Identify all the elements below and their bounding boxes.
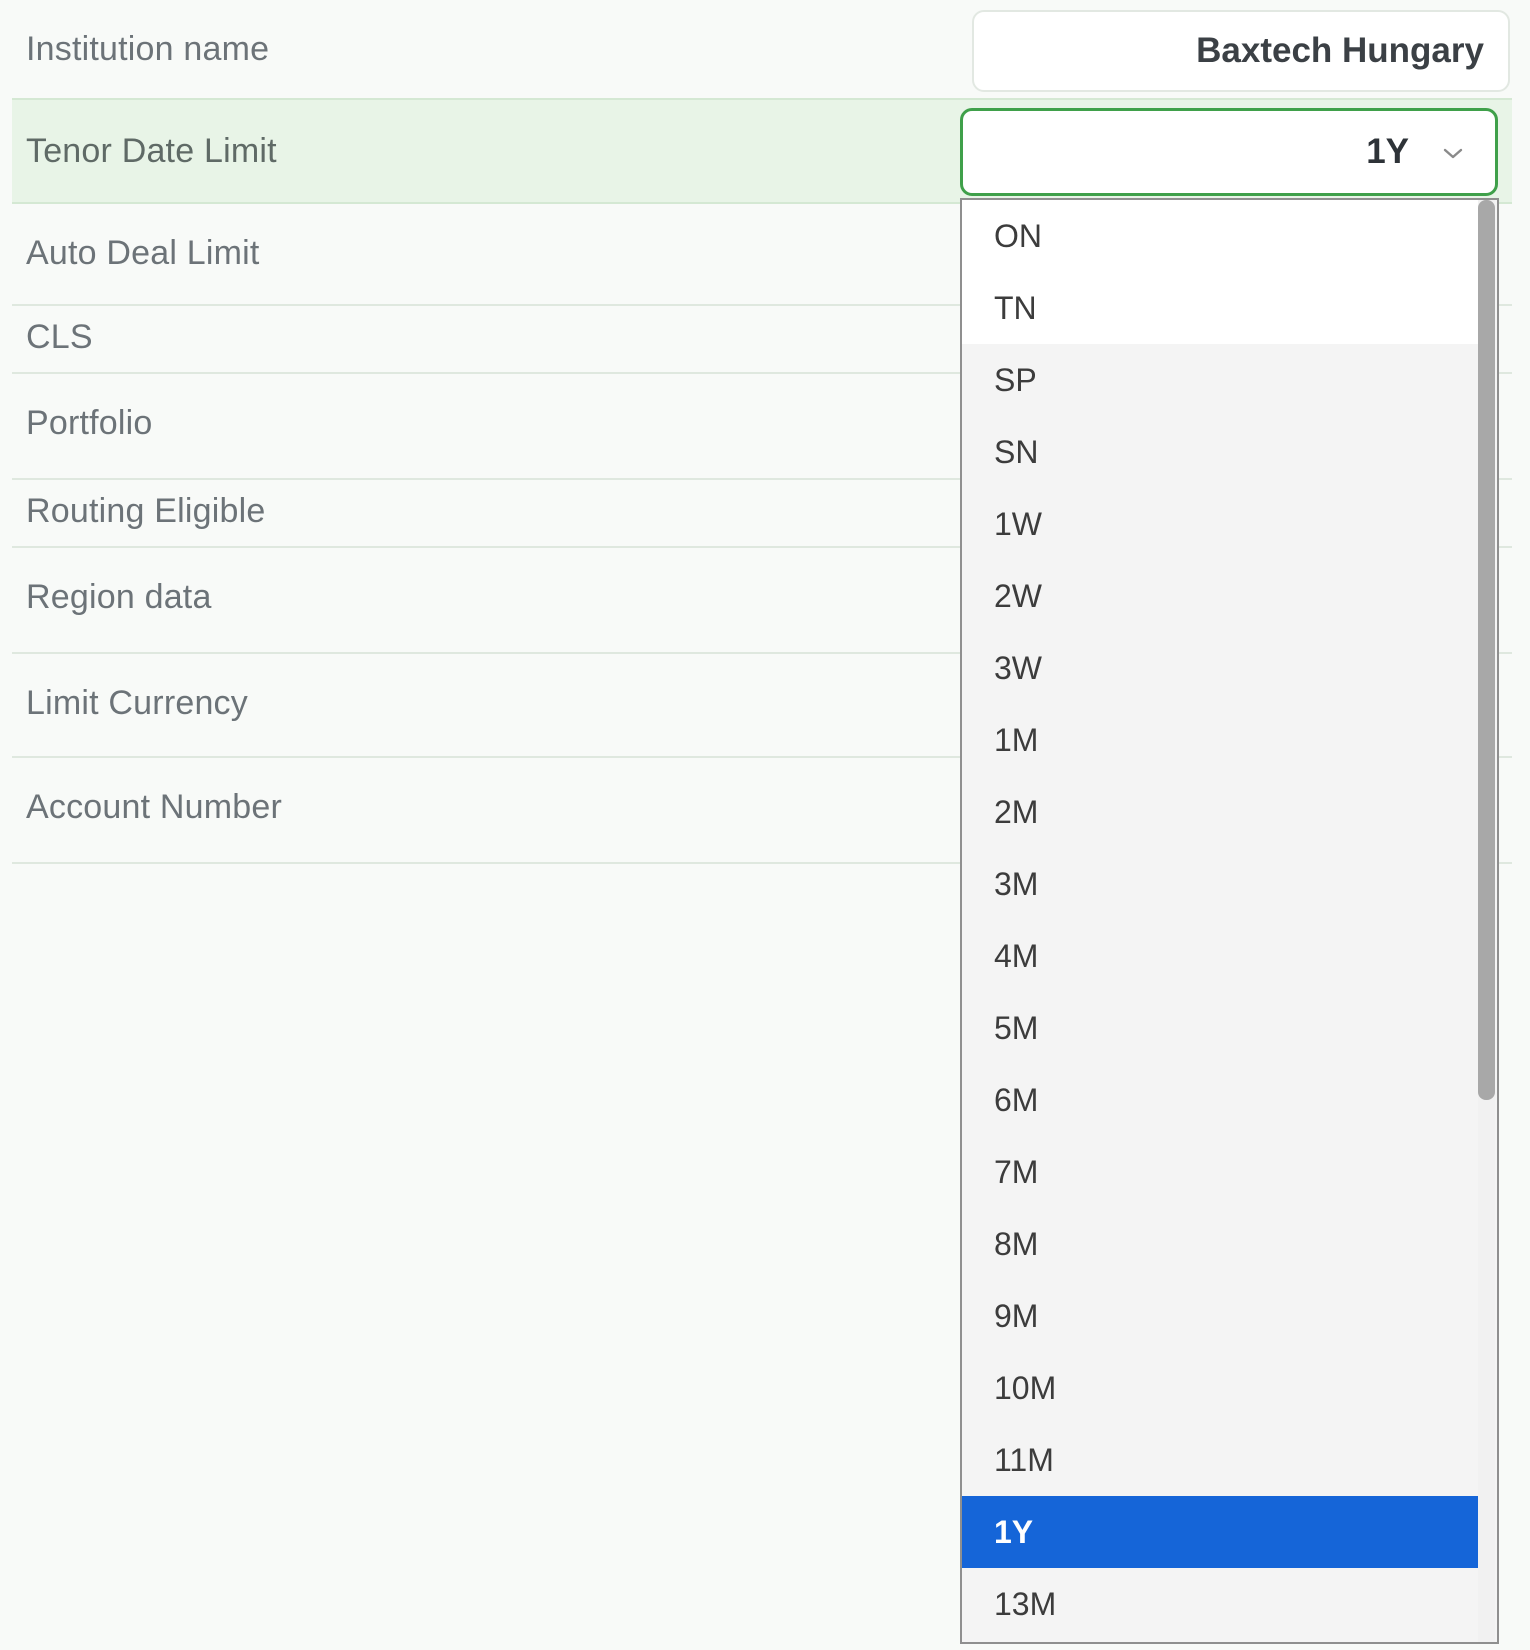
tenor-option[interactable]: 9M [962, 1280, 1480, 1352]
tenor-option[interactable]: 1M [962, 704, 1480, 776]
account-number-label: Account Number [26, 788, 283, 826]
chevron-down-icon [1443, 148, 1463, 159]
limit-currency-label: Limit Currency [26, 684, 248, 722]
tenor-option[interactable]: 2W [962, 560, 1480, 632]
tenor-option[interactable]: 1W [962, 488, 1480, 560]
tenor-option[interactable]: 2M [962, 776, 1480, 848]
portfolio-label: Portfolio [26, 404, 153, 442]
tenor-option[interactable]: 3W [962, 632, 1480, 704]
institution-name-label: Institution name [26, 30, 270, 68]
institution-name-row: Institution name [12, 0, 1512, 100]
institution-form: Institution name Tenor Date Limit 1Y Aut… [0, 0, 1530, 1650]
tenor-option[interactable]: SP [962, 344, 1480, 416]
tenor-option[interactable]: 8M [962, 1208, 1480, 1280]
tenor-date-limit-label: Tenor Date Limit [26, 132, 277, 170]
tenor-option[interactable]: 7M [962, 1136, 1480, 1208]
tenor-options: ON TN SP SN 1W 2W 3W 1M 2M 3M 4M 5M 6M 7M 8M 9M 10M 11M 1Y… [962, 200, 1480, 1640]
tenor-option[interactable]: 13M [962, 1568, 1480, 1640]
tenor-option[interactable]: 10M [962, 1352, 1480, 1424]
tenor-option[interactable]: SN [962, 416, 1480, 488]
region-data-label: Region data [26, 578, 212, 616]
tenor-option[interactable]: 11M [962, 1424, 1480, 1496]
tenor-option[interactable]: 3M [962, 848, 1480, 920]
tenor-option[interactable]: 1Y [962, 1496, 1480, 1568]
auto-deal-limit-label: Auto Deal Limit [26, 234, 260, 272]
tenor-option[interactable]: TN [962, 272, 1480, 344]
tenor-option[interactable]: 5M [962, 992, 1480, 1064]
tenor-date-limit-select[interactable]: 1Y [960, 108, 1498, 196]
dropdown-scroll-thumb[interactable] [1478, 200, 1495, 1100]
tenor-dropdown-list[interactable]: ON TN SP SN 1W 2W 3W 1M 2M 3M 4M 5M 6M 7M 8M 9M 10M 11M 1Y… [960, 198, 1499, 1644]
routing-eligible-label: Routing Eligible [26, 492, 266, 530]
dropdown-scrollbar[interactable] [1478, 200, 1495, 1642]
tenor-selected-value: 1Y [1366, 132, 1409, 171]
cls-label: CLS [26, 318, 93, 356]
tenor-option[interactable]: 6M [962, 1064, 1480, 1136]
tenor-option[interactable]: ON [962, 200, 1480, 272]
institution-name-input[interactable] [972, 10, 1510, 92]
tenor-option[interactable]: 4M [962, 920, 1480, 992]
